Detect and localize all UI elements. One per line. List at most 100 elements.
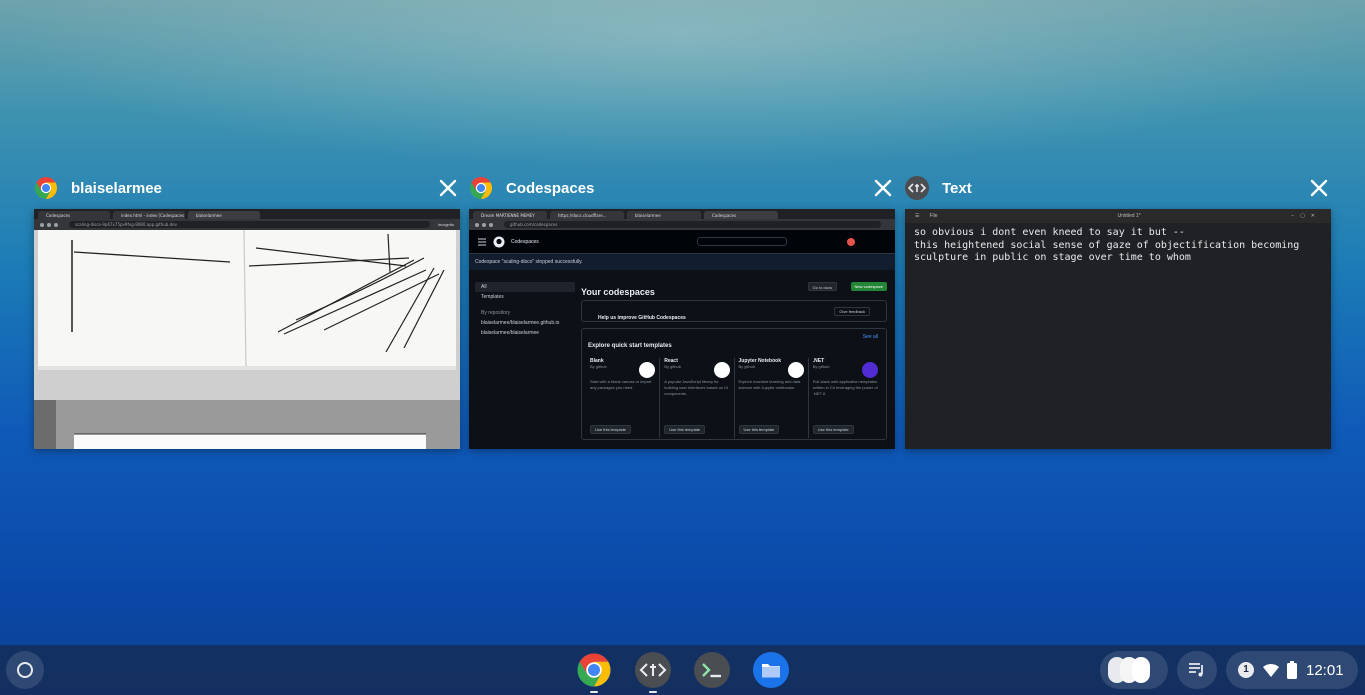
wifi-icon [1263,663,1279,677]
text-app-icon [635,652,671,688]
template-icon [639,362,656,378]
template-desc: Full-stack web application templates wri… [812,379,878,396]
template-icon [713,362,730,378]
text-line: sculpture in public on stage over time t… [914,252,1191,263]
use-template-button: Use this template [812,425,854,434]
use-template-button: Use this template [664,425,706,434]
codespaces-main: Your codespaces Go to docs New codespace… [581,282,887,440]
sidebar-section: By repository [481,310,511,316]
tab: Codespaces [704,211,778,219]
incognito-label: Incognito [437,222,454,227]
shelf-app-terminal[interactable] [694,652,730,688]
status-area[interactable]: 1 12:01 [1226,651,1358,689]
github-header: Codespaces [469,230,895,254]
clock: 12:01 [1306,661,1344,679]
forward-icon [47,222,51,227]
sidebar-item-repo: blaiselarmee/blaiselarmee [481,330,540,336]
use-template-button: Use this template [738,425,780,434]
holding-space-button[interactable] [1100,651,1168,689]
page-crumb: Codespaces [511,238,539,245]
media-controls-button[interactable] [1177,651,1217,689]
document-tab: Untitled 1* [1117,213,1141,219]
templates-panel: Explore quick start templates See all Bl… [581,328,887,440]
template-card: Blank By github Start with a blank canva… [586,358,661,438]
overview-window-codespaces[interactable]: Codespaces Dream MARTIENNE MEMEY https:/… [469,170,895,450]
template-desc: A popular JavaScript library for buildin… [664,379,729,396]
shelf: 1 12:01 [0,645,1365,695]
terminal-icon [694,652,730,688]
avatar [846,237,855,246]
close-window-button[interactable] [871,176,895,200]
window-header: blaiselarmee [34,170,460,206]
menu-icon: ☰ [915,213,920,219]
running-indicator [590,691,598,693]
go-to-docs-button: Go to docs [807,282,837,291]
tab: Dream MARTIENNE MEMEY [473,211,547,219]
see-all-link: See all [862,334,878,340]
feedback-banner: Help us improve GitHub Codespaces Give f… [581,300,887,322]
url-text: scaling-disco-9p67x75pv9fxg-8080.app.git… [69,221,430,228]
overview-window-blaiselarmee[interactable]: blaiselarmee Codespaces index.html - ind… [34,170,460,450]
launcher-icon [17,662,33,678]
address-bar: scaling-disco-9p67x75pv9fxg-8080.app.git… [34,219,460,230]
text-app-icon [905,176,929,200]
battery-icon [1287,661,1297,679]
window-header: Text [905,170,1331,206]
wallpaper [0,0,1365,170]
sketchbook-photo [34,230,460,449]
give-feedback-button: Give feedback [834,307,870,316]
window-title: blaiselarmee [71,179,162,197]
templates-heading: Explore quick start templates [588,343,672,349]
toast-message: Codespace "scaling-disco" stopped succes… [469,254,895,270]
chrome-icon [577,653,611,687]
url-text: github.com/codespaces [504,221,881,228]
sidebar-item-templates: Templates [481,294,504,300]
holding-space-thumb [1132,657,1150,683]
window-preview[interactable]: ☰ File Untitled 1* −▢✕ so obvious i dont… [905,209,1331,449]
github-logo-icon [493,236,505,247]
close-window-button[interactable] [436,176,460,200]
launcher-button[interactable] [6,651,44,689]
forward-icon [482,222,486,227]
codespaces-page: Codespaces Codespace "scaling-disco" sto… [469,230,895,449]
template-card: Jupyter Notebook By github Explore machi… [735,358,809,438]
text-editor: so obvious i dont even kneed to say it b… [905,223,1331,449]
shelf-app-files[interactable] [753,652,789,688]
menu-icon [478,238,486,245]
text-app-titlebar: ☰ File Untitled 1* −▢✕ [905,209,1331,223]
use-template-button: Use this template [590,425,631,434]
tab: index.html - index [Codespaces [113,211,185,219]
window-preview[interactable]: Dream MARTIENNE MEMEY https://docs.cloud… [469,209,895,449]
shelf-app-text[interactable] [635,652,671,693]
text-line: this heightened social sense of gaze of … [914,239,1300,251]
window-header: Codespaces [469,170,895,206]
reload-icon [54,222,58,227]
tab: blaiselarmee [188,211,260,219]
reload-icon [489,222,493,227]
chrome-icon [470,177,492,199]
overview-window-text[interactable]: Text ☰ File Untitled 1* −▢✕ so obvious i… [905,170,1331,450]
feedback-title: Help us improve GitHub Codespaces [598,315,686,321]
template-desc: Explore machine learning and data scienc… [738,379,801,390]
text-line: so obvious i dont even kneed to say it b… [914,227,1185,238]
files-icon [753,652,789,688]
back-icon [40,222,44,227]
media-queue-icon [1189,663,1203,677]
search-input [696,237,787,246]
close-window-button[interactable] [1307,176,1331,200]
chrome-icon [35,177,57,199]
file-label: File [929,213,938,219]
address-bar: github.com/codespaces [469,219,895,230]
template-card: .NET By github Full-stack web applicatio… [809,358,882,438]
template-icon [862,362,878,378]
tab: https://docs.cloudflare... [550,211,624,219]
shelf-app-chrome[interactable] [576,652,612,693]
template-icon [787,362,804,378]
window-controls: −▢✕ [1291,213,1321,219]
sidebar-item-repo: blaiselarmee/blaiselarmee.github.io [481,320,560,326]
window-preview[interactable]: Codespaces index.html - index [Codespace… [34,209,460,449]
template-desc: Start with a blank canvas or import any … [590,379,652,390]
running-indicator [649,691,657,693]
tab-strip: Codespaces index.html - index [Codespace… [34,209,460,219]
window-title: Text [942,179,972,197]
